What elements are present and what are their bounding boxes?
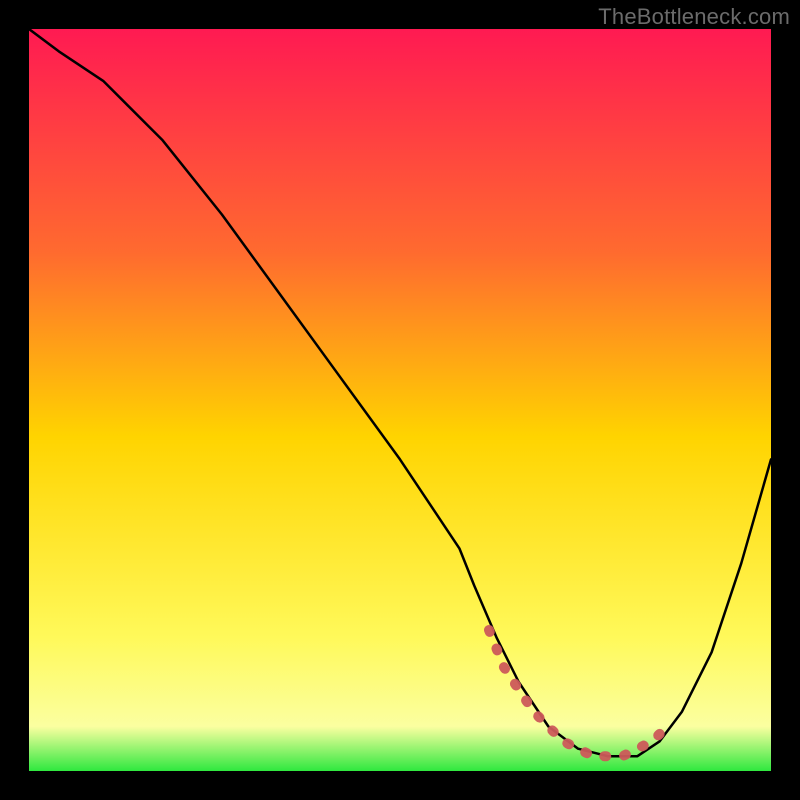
chart-container: TheBottleneck.com [0,0,800,800]
chart-svg [29,29,771,771]
attribution-text: TheBottleneck.com [598,4,790,30]
gradient-background [29,29,771,771]
plot-area [29,29,771,771]
